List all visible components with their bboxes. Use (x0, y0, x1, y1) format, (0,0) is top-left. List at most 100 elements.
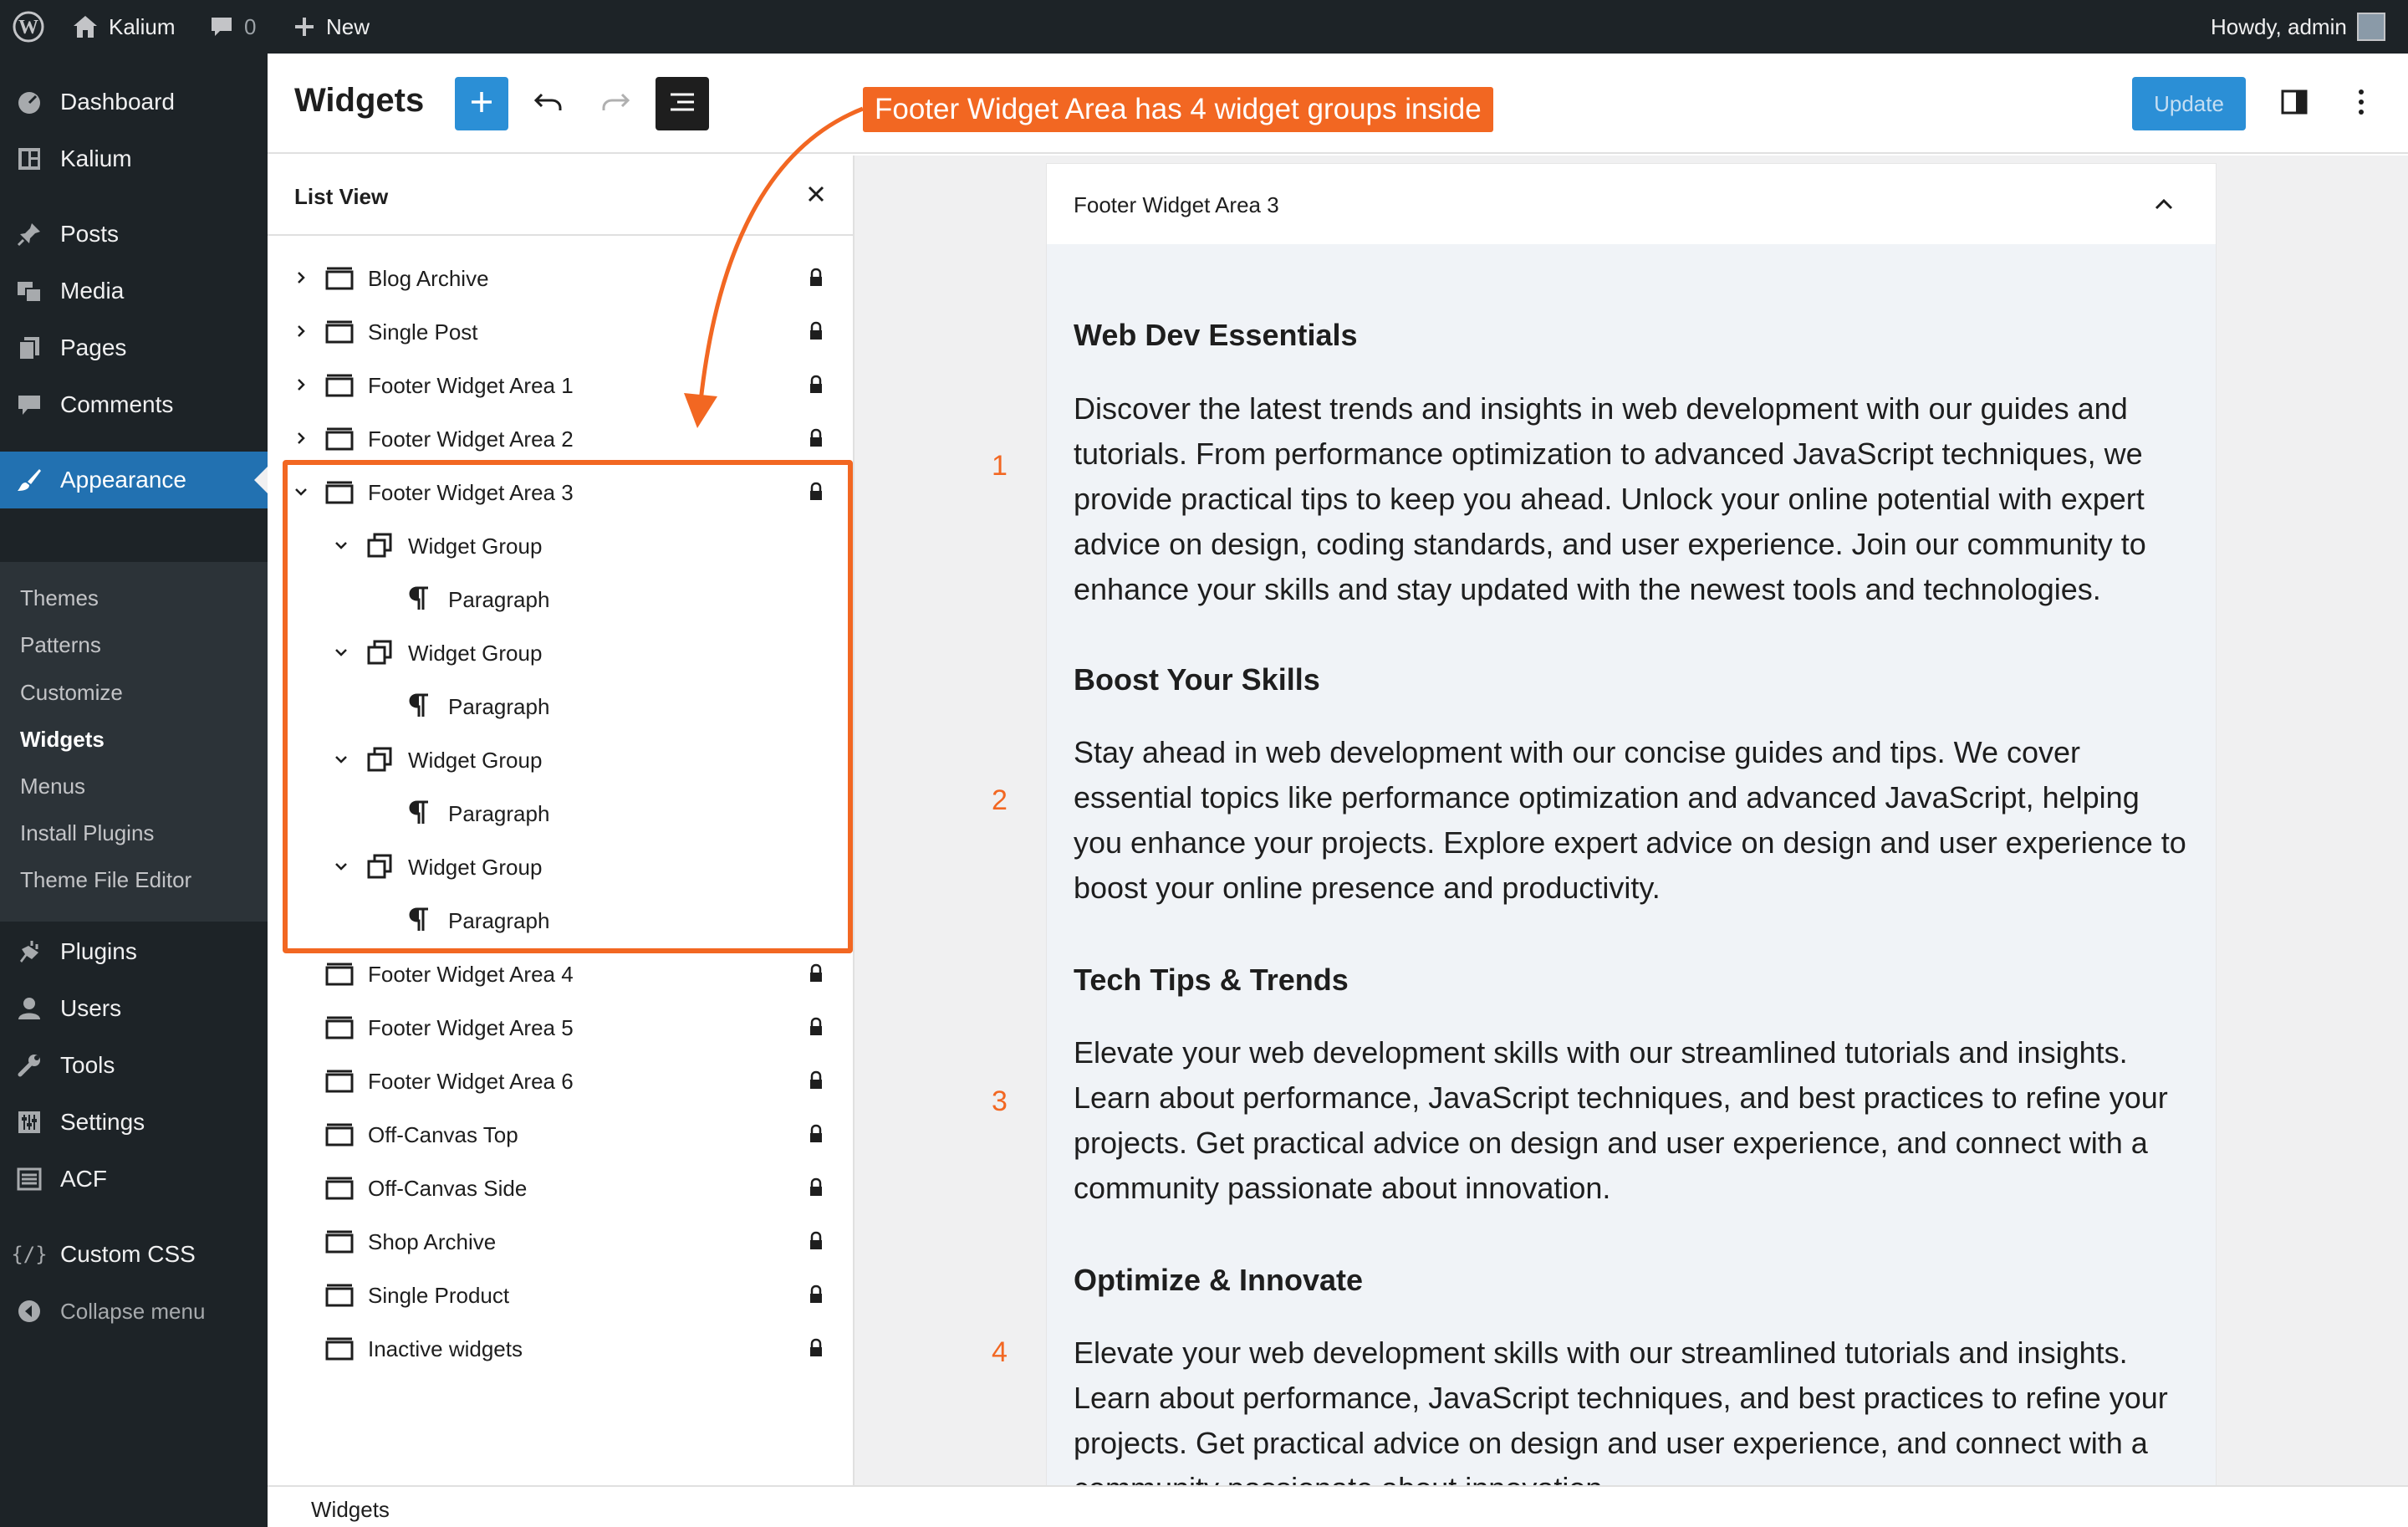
lock-icon (806, 963, 826, 983)
menu-plugins[interactable]: Plugins (0, 923, 268, 980)
list-view-row-label: Single Product (368, 1283, 510, 1308)
list-view-row[interactable]: Off-Canvas Side (268, 1161, 853, 1214)
list-view-toggle[interactable] (656, 77, 709, 130)
menu-tools[interactable]: Tools (0, 1037, 268, 1094)
comments-link[interactable]: 0 (209, 0, 256, 54)
brush-icon (15, 466, 43, 494)
settings-sidebar-toggle[interactable] (2268, 77, 2321, 130)
menu-label: Custom CSS (60, 1241, 196, 1267)
paragraph-line: advice on design, coding standards, and … (1074, 527, 2146, 561)
appearance-submenu: Themes Patterns Customize Widgets Menus … (0, 562, 268, 922)
paragraph-line: Learn about performance, JavaScript tech… (1074, 1381, 2168, 1415)
widget-group-heading[interactable]: Tech Tips & Trends (1074, 963, 1349, 998)
list-view-row[interactable]: Off-Canvas Top (268, 1107, 853, 1161)
list-view-row[interactable]: Footer Widget Area 4 (268, 947, 853, 1000)
collapse-menu-button[interactable]: Collapse menu (0, 1283, 268, 1340)
editor-footer: Widgets (268, 1485, 2408, 1527)
widget-area-footer-3: Footer Widget Area 3 Web Dev Essentials D… (1047, 164, 2216, 1485)
chevron-right-icon[interactable] (291, 375, 311, 395)
list-view-row-label: Inactive widgets (368, 1336, 523, 1361)
list-view-row[interactable]: Single Product (268, 1268, 853, 1321)
submenu-widgets[interactable]: Widgets (20, 727, 105, 753)
menu-appearance[interactable]: Appearance (0, 452, 268, 508)
undo-icon (533, 89, 564, 119)
menu-media[interactable]: Media (0, 263, 268, 319)
code-icon: {/} (11, 1243, 48, 1266)
chevron-right-icon[interactable] (291, 321, 311, 341)
list-view-row-label: Footer Widget Area 6 (368, 1069, 574, 1094)
paragraph-line: provide practical tips to keep you ahead… (1074, 482, 2145, 516)
menu-acf[interactable]: ACF (0, 1151, 268, 1208)
list-view-row-label: Footer Widget Area 2 (368, 426, 574, 452)
add-block-button[interactable] (455, 77, 508, 130)
menu-settings[interactable]: Settings (0, 1094, 268, 1151)
menu-label: Collapse menu (60, 1298, 206, 1324)
widget-group-paragraph[interactable]: Stay ahead in web development with our c… (1074, 730, 2194, 911)
widget-area-icon (324, 1172, 355, 1203)
site-name-link[interactable]: Kalium (72, 0, 175, 54)
widget-group-paragraph[interactable]: Elevate your web development skills with… (1074, 1030, 2194, 1211)
widget-group-paragraph[interactable]: Elevate your web development skills with… (1074, 1330, 2194, 1485)
chevron-right-icon[interactable] (291, 428, 311, 448)
widget-group-paragraph[interactable]: Discover the latest trends and insights … (1074, 386, 2194, 612)
submenu-themes[interactable]: Themes (20, 585, 99, 611)
plug-icon (15, 937, 43, 966)
chevron-right-icon[interactable] (291, 268, 311, 288)
widget-group-heading[interactable]: Boost Your Skills (1074, 662, 1320, 697)
paragraph-line: community passionate about innovation. (1074, 1171, 1611, 1205)
plus-icon (293, 15, 316, 38)
list-view-row[interactable]: Footer Widget Area 2 (268, 411, 853, 465)
redo-button[interactable] (589, 77, 642, 130)
list-view-row[interactable]: Footer Widget Area 6 (268, 1054, 853, 1107)
redo-icon (600, 89, 630, 119)
admin-bar: W Kalium 0 New Howdy, admin (0, 0, 2408, 54)
widget-area-title: Footer Widget Area 3 (1074, 192, 1279, 217)
list-view-row-label: Off-Canvas Side (368, 1176, 528, 1201)
my-account-link[interactable]: Howdy, admin (2211, 0, 2385, 54)
menu-kalium[interactable]: Kalium (0, 130, 268, 187)
options-button[interactable] (2334, 77, 2388, 130)
list-view-row[interactable]: Single Post (268, 304, 853, 358)
widget-area-icon (324, 1279, 355, 1310)
list-view-row[interactable]: Footer Widget Area 1 (268, 358, 853, 411)
wordpress-logo-icon[interactable]: W (12, 0, 45, 54)
footer-breadcrumb[interactable]: Widgets (311, 1497, 390, 1523)
submenu-menus[interactable]: Menus (20, 774, 85, 799)
svg-text:W: W (18, 17, 38, 38)
widget-area-icon (324, 370, 355, 400)
menu-custom-css[interactable]: {/} Custom CSS (0, 1226, 268, 1283)
menu-label: Comments (60, 391, 174, 417)
menu-comments[interactable]: Comments (0, 376, 268, 433)
pages-icon (15, 334, 43, 362)
widget-area-header[interactable]: Footer Widget Area 3 (1047, 164, 2216, 244)
list-view-row[interactable]: Shop Archive (268, 1214, 853, 1268)
menu-label: Tools (60, 1052, 115, 1078)
lock-icon (806, 1017, 826, 1037)
submenu-theme-file-editor[interactable]: Theme File Editor (20, 867, 191, 893)
paragraph-line: projects. Get practical advice on design… (1074, 1426, 2148, 1460)
new-content-link[interactable]: New (293, 0, 370, 54)
undo-button[interactable] (522, 77, 575, 130)
menu-users[interactable]: Users (0, 980, 268, 1037)
widget-group-heading[interactable]: Web Dev Essentials (1074, 318, 1358, 353)
list-view-row[interactable]: Blog Archive (268, 251, 853, 304)
menu-pages[interactable]: Pages (0, 319, 268, 376)
menu-dashboard[interactable]: Dashboard (0, 74, 268, 130)
submenu-patterns[interactable]: Patterns (20, 632, 101, 658)
list-view-row[interactable]: Inactive widgets (268, 1321, 853, 1375)
collapse-icon (15, 1297, 43, 1325)
more-vertical-icon (2357, 88, 2365, 120)
paragraph-line: projects. Get practical advice on design… (1074, 1126, 2148, 1160)
chevron-up-icon[interactable] (2150, 191, 2177, 217)
update-button[interactable]: Update (2132, 77, 2246, 130)
lock-icon (806, 1231, 826, 1251)
list-view-row[interactable]: Footer Widget Area 5 (268, 1000, 853, 1054)
submenu-install-plugins[interactable]: Install Plugins (20, 820, 154, 846)
plus-icon (469, 89, 494, 119)
close-list-view-button[interactable] (799, 179, 833, 212)
widget-group-heading[interactable]: Optimize & Innovate (1074, 1263, 1363, 1298)
submenu-customize[interactable]: Customize (20, 680, 123, 706)
list-view-row-label: Footer Widget Area 1 (368, 373, 574, 398)
settings-icon (15, 1108, 43, 1136)
menu-posts[interactable]: Posts (0, 206, 268, 263)
